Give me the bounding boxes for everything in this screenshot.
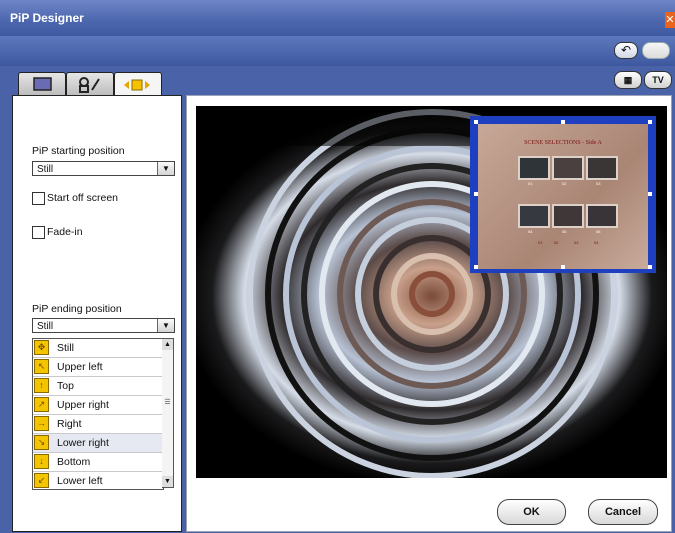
scroll-thumb[interactable]: ☰ bbox=[163, 394, 172, 412]
list-item[interactable]: ✥ Still bbox=[33, 339, 163, 358]
resize-handle[interactable] bbox=[561, 120, 565, 124]
cancel-button[interactable]: Cancel bbox=[588, 499, 658, 525]
thumb-label: 05 bbox=[562, 229, 567, 234]
thumb bbox=[586, 204, 618, 228]
menu-footer-item: 04 bbox=[594, 240, 599, 245]
resize-handle[interactable] bbox=[474, 265, 478, 269]
list-item-label: Top bbox=[57, 380, 74, 392]
tv-safe-button[interactable]: TV bbox=[644, 71, 672, 89]
resize-handle[interactable] bbox=[648, 120, 652, 124]
end-position-list: ✥ Still ↖ Upper left ↑ Top ↗ Upper right → Ri… bbox=[32, 338, 164, 490]
resize-handle[interactable] bbox=[648, 265, 652, 269]
list-item-label: Upper left bbox=[57, 361, 103, 373]
monitor-icon bbox=[33, 77, 52, 91]
arrow-up-icon: ↑ bbox=[34, 378, 49, 393]
title-bar: PiP Designer ✕ bbox=[0, 0, 675, 36]
arrow-right-icon: → bbox=[34, 416, 49, 431]
thumb-label: 03 bbox=[596, 181, 601, 186]
grid-icon[interactable]: ▦ bbox=[614, 71, 642, 89]
list-item-selected[interactable]: ↘ Lower right bbox=[33, 434, 163, 453]
window-title: PiP Designer bbox=[10, 11, 84, 25]
chevron-down-icon[interactable]: ▼ bbox=[157, 319, 174, 332]
list-item-label: Right bbox=[57, 418, 82, 430]
list-item-label: Bottom bbox=[57, 456, 91, 468]
fade-in-checkbox[interactable] bbox=[32, 226, 45, 239]
fade-in-label: Fade-in bbox=[47, 226, 83, 238]
list-item[interactable]: ↙ Lower left bbox=[33, 472, 163, 489]
pip-menu-title: SCENE SELECTIONS - Side A bbox=[524, 140, 602, 146]
resize-handle[interactable] bbox=[648, 192, 652, 196]
thumb-label: 06 bbox=[596, 229, 601, 234]
pip-frame[interactable]: SCENE SELECTIONS - Side A 01 02 03 04 05… bbox=[470, 116, 656, 273]
thumb bbox=[518, 204, 550, 228]
effects-icon bbox=[79, 77, 100, 93]
arrow-upper-left-icon: ↖ bbox=[34, 359, 49, 374]
thumb-label: 01 bbox=[528, 181, 533, 186]
undo-icon[interactable]: ↶ bbox=[614, 42, 638, 59]
start-position-label: PiP starting position bbox=[32, 145, 125, 157]
end-position-label: PiP ending position bbox=[32, 303, 122, 315]
list-item[interactable]: ↖ Upper left bbox=[33, 358, 163, 377]
menu-footer-item: 03 bbox=[574, 240, 579, 245]
toolbar bbox=[0, 36, 675, 66]
list-item[interactable]: ↑ Top bbox=[33, 377, 163, 396]
menu-footer-item: 02 bbox=[554, 240, 559, 245]
start-off-screen-label: Start off screen bbox=[47, 192, 119, 204]
start-off-screen-checkbox[interactable] bbox=[32, 192, 45, 205]
resize-handle[interactable] bbox=[474, 192, 478, 196]
move-still-icon: ✥ bbox=[34, 340, 49, 355]
end-position-select[interactable]: Still ▼ bbox=[32, 318, 175, 333]
end-position-value: Still bbox=[37, 321, 54, 332]
list-item[interactable]: → Right bbox=[33, 415, 163, 434]
resize-handle[interactable] bbox=[561, 265, 565, 269]
arrow-lower-left-icon: ↙ bbox=[34, 473, 49, 488]
thumb bbox=[552, 204, 584, 228]
list-scrollbar[interactable]: ▲ ☰ ▼ bbox=[162, 338, 174, 488]
menu-footer-item: 01 bbox=[538, 240, 543, 245]
redo-icon[interactable] bbox=[642, 42, 670, 59]
tab-motion[interactable] bbox=[114, 72, 162, 97]
thumb bbox=[518, 156, 550, 180]
list-item-label: Lower left bbox=[57, 475, 103, 487]
pip-menu: SCENE SELECTIONS - Side A 01 02 03 04 05… bbox=[478, 124, 648, 269]
thumb-label: 04 bbox=[528, 229, 533, 234]
thumb bbox=[552, 156, 584, 180]
resize-handle[interactable] bbox=[474, 120, 478, 124]
list-item-label: Upper right bbox=[57, 399, 109, 411]
thumb-label: 02 bbox=[562, 181, 567, 186]
start-position-select[interactable]: Still ▼ bbox=[32, 161, 175, 176]
close-icon[interactable]: ✕ bbox=[665, 12, 675, 28]
motion-icon bbox=[124, 79, 150, 91]
list-item-label: Still bbox=[57, 342, 74, 354]
pip-designer-window: PiP Designer ✕ ↶ ▦ TV PiP starting posit… bbox=[0, 0, 675, 533]
thumb bbox=[586, 156, 618, 180]
tab-display[interactable] bbox=[18, 72, 66, 95]
arrow-down-icon: ↓ bbox=[34, 454, 49, 469]
start-position-value: Still bbox=[37, 164, 54, 175]
ok-button[interactable]: OK bbox=[497, 499, 566, 525]
chevron-down-icon[interactable]: ▼ bbox=[157, 162, 174, 175]
list-item[interactable]: ↓ Bottom bbox=[33, 453, 163, 472]
arrow-lower-right-icon: ↘ bbox=[34, 435, 49, 450]
list-item[interactable]: ↗ Upper right bbox=[33, 396, 163, 415]
list-item-label: Lower right bbox=[57, 437, 109, 449]
scroll-up-icon[interactable]: ▲ bbox=[162, 339, 173, 350]
tab-effects[interactable] bbox=[66, 72, 114, 95]
arrow-upper-right-icon: ↗ bbox=[34, 397, 49, 412]
scroll-down-icon[interactable]: ▼ bbox=[162, 476, 173, 487]
